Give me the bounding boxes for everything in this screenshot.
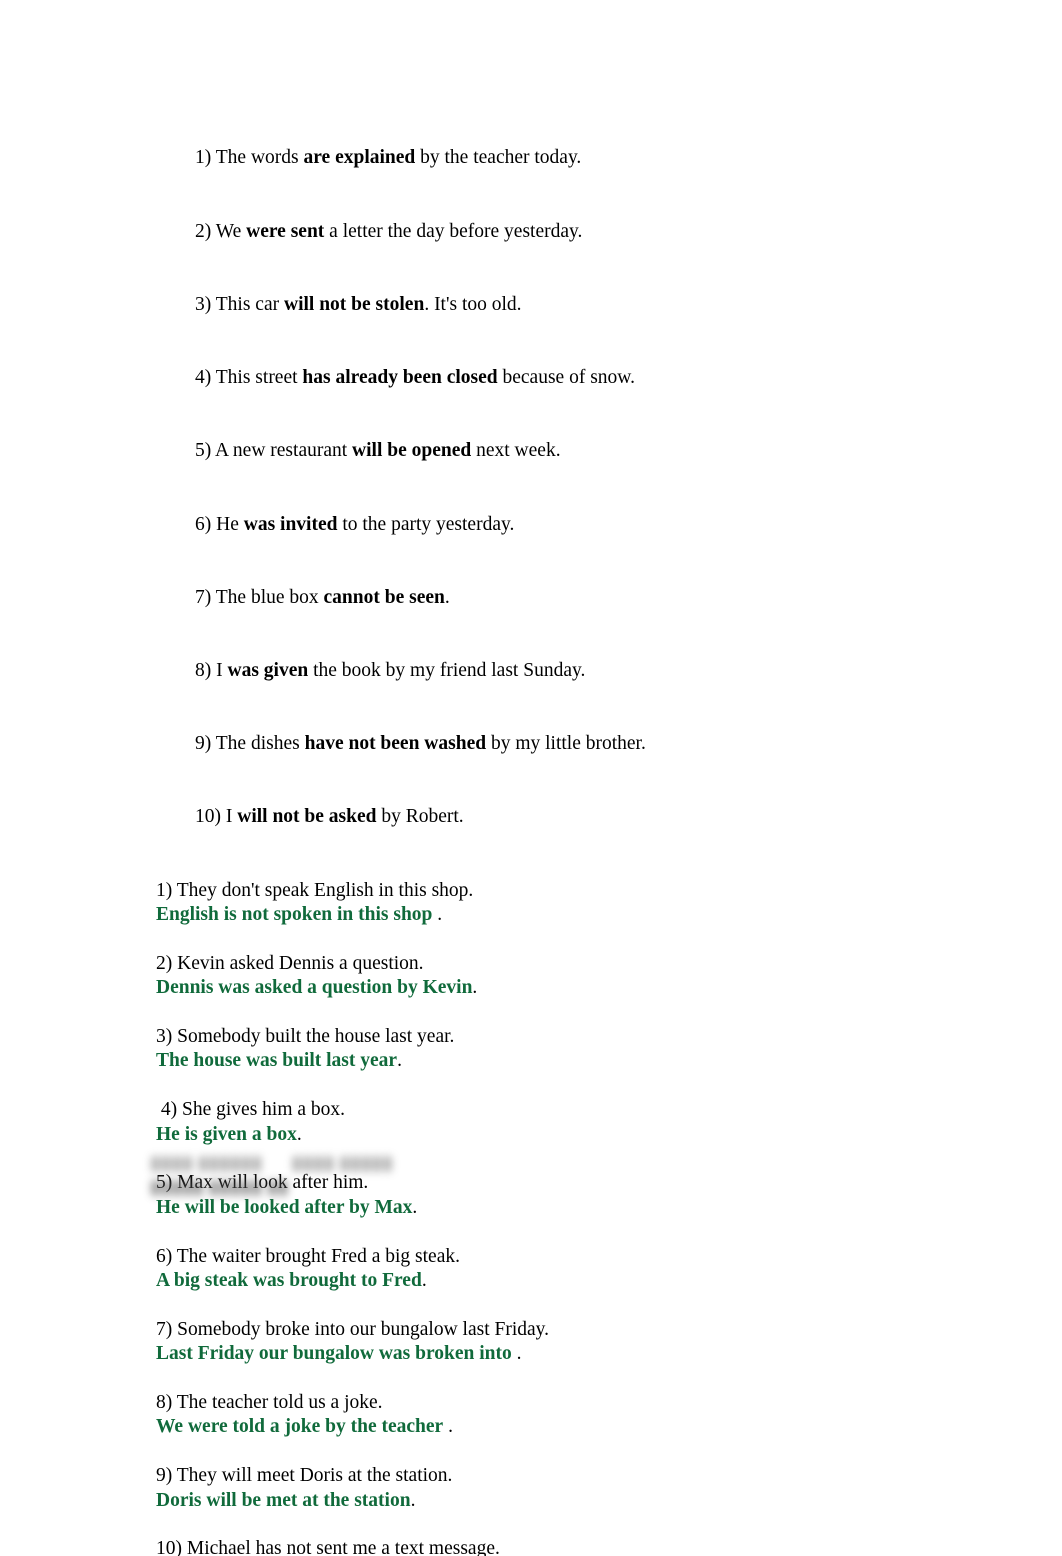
qa-pair: 2) Kevin asked Dennis a question. Dennis… bbox=[156, 952, 976, 1001]
pair-separator bbox=[156, 927, 976, 951]
sentence-suffix: by my little brother. bbox=[486, 733, 646, 755]
sentence-suffix: by the teacher today. bbox=[415, 147, 582, 169]
sentence-highlight: was invited bbox=[243, 513, 338, 535]
sentence-suffix: next week. bbox=[471, 440, 561, 462]
answer-punctuation: . bbox=[432, 903, 443, 925]
sentence-suffix: the book by my friend last Sunday. bbox=[308, 659, 586, 681]
answer-text: The house was built last year bbox=[156, 1050, 398, 1072]
answer-line: Dennis was asked a question by Kevin. bbox=[156, 976, 976, 1000]
sentence-highlight: have not been washed bbox=[304, 733, 487, 755]
answer-line: A big steak was brought to Fred. bbox=[156, 1269, 976, 1293]
sentence-prefix: 10) I bbox=[195, 806, 238, 828]
sentence-highlight: will not be stolen bbox=[284, 293, 425, 315]
qa-pair: 8) The teacher told us a joke. We were t… bbox=[156, 1391, 976, 1440]
sentence-prefix: 5) A new restaurant bbox=[195, 440, 353, 462]
sentence-prefix: 1) The words bbox=[195, 147, 304, 169]
qa-pair: 7) Somebody broke into our bungalow last… bbox=[156, 1318, 976, 1367]
pair-separator bbox=[156, 1440, 976, 1464]
blurred-line: ▮▮▮▮▮ ▮▮▮▮▮ ▮▮ bbox=[150, 1177, 289, 1199]
answer-line: English is not spoken in this shop . bbox=[156, 903, 976, 927]
sentence-highlight: cannot be seen bbox=[323, 586, 445, 608]
qa-pair: 6) The waiter brought Fred a big steak. … bbox=[156, 1245, 976, 1294]
prompt-line: 4) She gives him a box. bbox=[156, 1099, 346, 1121]
sentence-prefix: 2) We bbox=[195, 220, 247, 242]
answer-punctuation: . bbox=[397, 1050, 402, 1072]
exercise-one-line: 6) He was invited to the party yesterday… bbox=[156, 488, 976, 561]
answer-line: Doris will be met at the station. bbox=[156, 1489, 976, 1513]
exercise-one-line: 7) The blue box cannot be seen. bbox=[156, 561, 976, 634]
prompt-line: 6) The waiter brought Fred a big steak. bbox=[156, 1245, 460, 1267]
exercise-one-block: 1) The words are explained by the teache… bbox=[156, 122, 976, 854]
answer-line: Last Friday our bungalow was broken into… bbox=[156, 1342, 976, 1366]
answer-punctuation: . bbox=[296, 1123, 302, 1145]
sentence-prefix: 7) The blue box bbox=[195, 586, 324, 608]
qa-pair: 10) Michael has not sent me a text messa… bbox=[156, 1537, 976, 1556]
answer-punctuation: . bbox=[511, 1343, 522, 1365]
answer-text: Dennis was asked a question by Kevin bbox=[156, 977, 473, 999]
sentence-highlight: are explained bbox=[303, 147, 416, 169]
answer-line: He is given a box. bbox=[156, 1123, 976, 1147]
sentence-highlight: has already been closed bbox=[302, 367, 498, 389]
sentence-prefix: 8) I bbox=[195, 659, 228, 681]
section-separator bbox=[156, 854, 976, 878]
pair-separator bbox=[156, 1513, 976, 1537]
answer-line: We were told a joke by the teacher . bbox=[156, 1415, 976, 1439]
pair-separator bbox=[156, 1367, 976, 1391]
answer-punctuation: . bbox=[421, 1270, 427, 1291]
sentence-suffix: . It's too old. bbox=[424, 293, 522, 315]
document-body: 1) The words are explained by the teache… bbox=[156, 122, 976, 1556]
document-page: 1) The words are explained by the teache… bbox=[0, 0, 1062, 1556]
answer-line: The house was built last year. bbox=[156, 1049, 976, 1073]
exercise-one-line: 5) A new restaurant will be opened next … bbox=[156, 415, 976, 488]
answer-text: Last Friday our bungalow was broken into bbox=[156, 1343, 512, 1365]
prompt-line: 1) They don't speak English in this shop… bbox=[156, 879, 474, 901]
answer-punctuation: . bbox=[410, 1489, 416, 1511]
prompt-line: 10) Michael has not sent me a text messa… bbox=[156, 1538, 500, 1556]
exercise-one-line: 9) The dishes have not been washed by my… bbox=[156, 708, 976, 781]
blurred-footer-text: ▮▮▮▮ ▮▮▮▮▮▮ ▮▮▮▮ ▮▮▮▮▮ ▮▮▮▮▮ ▮▮▮▮▮ ▮▮ bbox=[150, 1152, 450, 1222]
sentence-highlight: will be opened bbox=[352, 440, 472, 462]
sentence-suffix: to the party yesterday. bbox=[337, 513, 515, 535]
sentence-prefix: 6) He bbox=[195, 513, 244, 535]
sentence-highlight: was given bbox=[227, 659, 309, 681]
qa-pair: 9) They will meet Doris at the station. … bbox=[156, 1464, 976, 1513]
sentence-highlight: will not be asked bbox=[237, 806, 377, 828]
qa-pair: 3) Somebody built the house last year. T… bbox=[156, 1025, 976, 1074]
sentence-suffix: . bbox=[444, 586, 450, 608]
exercise-one-line: 1) The words are explained by the teache… bbox=[156, 122, 976, 195]
answer-text: English is not spoken in this shop bbox=[156, 903, 433, 925]
pair-separator bbox=[156, 1293, 976, 1317]
sentence-highlight: were sent bbox=[246, 220, 325, 242]
pair-separator bbox=[156, 1074, 976, 1098]
exercise-one-line: 2) We were sent a letter the day before … bbox=[156, 195, 976, 268]
prompt-line: 7) Somebody broke into our bungalow last… bbox=[156, 1318, 550, 1340]
answer-punctuation: . bbox=[443, 1416, 453, 1438]
qa-pair: 4) She gives him a box. He is given a bo… bbox=[156, 1098, 976, 1147]
pair-separator bbox=[156, 1220, 976, 1244]
answer-text: He is given a box bbox=[156, 1123, 297, 1145]
sentence-prefix: 9) The dishes bbox=[195, 733, 305, 755]
prompt-line: 9) They will meet Doris at the station. bbox=[156, 1465, 453, 1487]
sentence-suffix: a letter the day before yesterday. bbox=[324, 220, 583, 242]
exercise-one-line: 3) This car will not be stolen. It's too… bbox=[156, 268, 976, 341]
sentence-suffix: because of snow. bbox=[497, 367, 635, 389]
pair-separator bbox=[156, 1001, 976, 1025]
qa-pair: 1) They don't speak English in this shop… bbox=[156, 879, 976, 928]
exercise-one-line: 8) I was given the book by my friend las… bbox=[156, 635, 976, 708]
prompt-line: 3) Somebody built the house last year. bbox=[156, 1025, 455, 1047]
prompt-line: 2) Kevin asked Dennis a question. bbox=[156, 952, 424, 974]
prompt-line: 8) The teacher told us a joke. bbox=[156, 1392, 383, 1413]
exercise-one-line: 10) I will not be asked by Robert. bbox=[156, 781, 976, 854]
sentence-suffix: by Robert. bbox=[376, 806, 464, 828]
sentence-prefix: 3) This car bbox=[195, 293, 284, 315]
answer-punctuation: . bbox=[472, 977, 478, 999]
exercise-one-line: 4) This street has already been closed b… bbox=[156, 342, 976, 415]
answer-text: We were told a joke by the teacher bbox=[156, 1416, 444, 1438]
answer-text: A big steak was brought to Fred bbox=[156, 1270, 422, 1291]
sentence-prefix: 4) This street bbox=[195, 367, 303, 389]
blurred-line: ▮▮▮▮ ▮▮▮▮▮▮ ▮▮▮▮ ▮▮▮▮▮ bbox=[150, 1153, 393, 1174]
answer-text: Doris will be met at the station bbox=[156, 1489, 411, 1511]
